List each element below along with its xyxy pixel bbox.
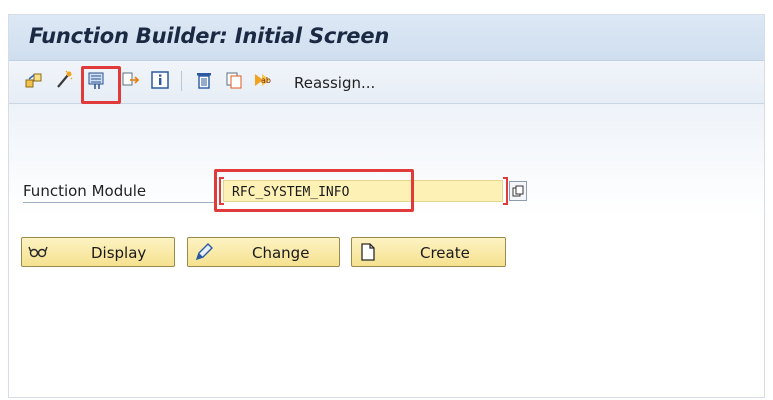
title-bar: Function Builder: Initial Screen [9,15,764,61]
new-document-icon [358,242,378,262]
function-module-label: Function Module [23,182,147,200]
value-help-icon [512,185,524,197]
toolbar-separator [181,71,182,91]
wizard-icon[interactable] [53,69,75,91]
highlight-where-used [81,66,121,104]
display-button-label: Display [91,244,147,262]
highlight-input-value [214,169,414,212]
rename-icon[interactable]: ab [253,69,275,91]
label-underline [23,202,215,203]
required-marker-right [503,177,508,205]
svg-text:ab: ab [261,76,271,85]
change-button-label: Change [252,244,310,262]
move-icon[interactable] [119,69,141,91]
info-icon[interactable] [149,69,171,91]
pencil-icon [194,242,214,262]
reassign-button[interactable]: Reassign... [294,74,375,92]
application-toolbar: ab Reassign... [9,61,764,104]
page-title: Function Builder: Initial Screen [29,24,390,48]
other-object-icon[interactable] [23,69,45,91]
value-help-button[interactable] [509,181,527,201]
sap-window: Function Builder: Initial Screen ab Reas… [8,14,765,398]
create-button-label: Create [420,244,470,262]
glasses-icon [28,242,48,262]
change-button[interactable]: Change [187,237,340,267]
display-button[interactable]: Display [21,237,175,267]
create-button[interactable]: Create [351,237,506,267]
copy-icon[interactable] [223,69,245,91]
delete-icon[interactable] [193,69,215,91]
